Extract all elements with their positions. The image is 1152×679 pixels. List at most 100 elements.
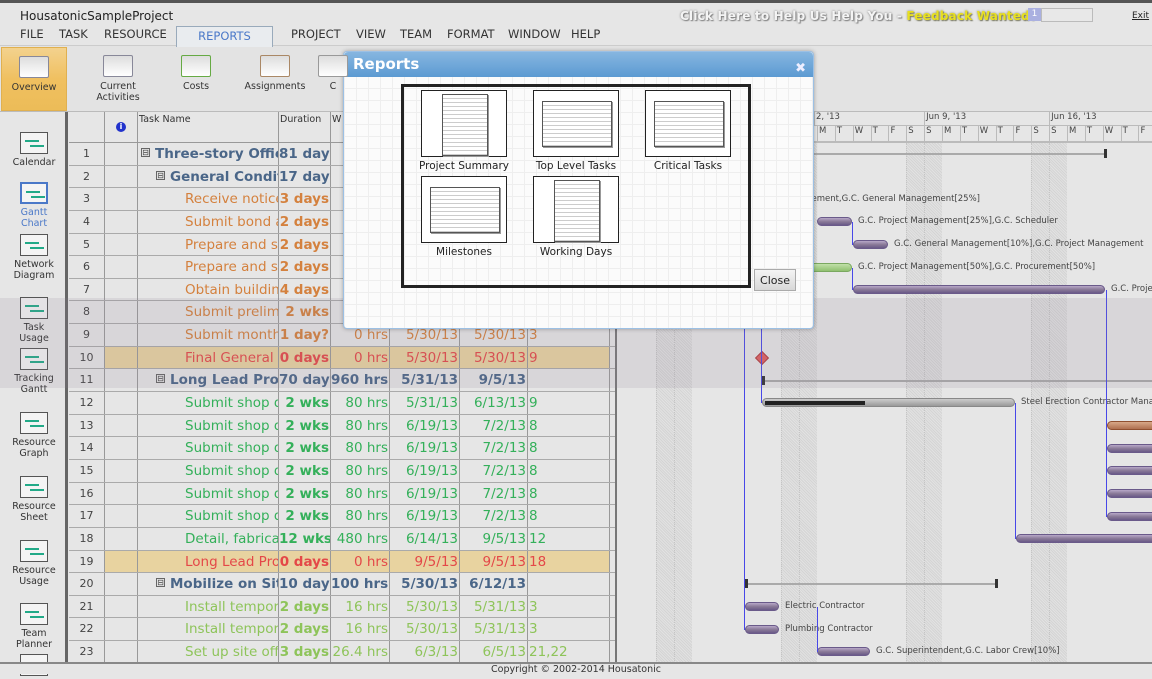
row-number[interactable]: 3 [69,188,105,210]
finish-cell[interactable]: 6/12/13 [460,573,528,595]
pred-cell[interactable]: 9 [528,346,610,369]
work-cell[interactable]: 16 hrs [331,595,390,618]
duration-cell[interactable]: 12 wks [279,527,331,550]
duration-cell[interactable]: 2 wks [279,392,331,414]
task-row[interactable]: 18 Detail, fabricate12 wks480 hrs6/14/139… [69,527,615,551]
sidebar-item-resource-sheet[interactable]: Resource Sheet [0,476,68,523]
collapse-toggle-icon[interactable]: ⊟ [156,170,165,180]
start-cell[interactable]: 5/30/13 [390,573,460,595]
task-name-cell[interactable]: Submit bond ar [138,210,279,233]
menu-format[interactable]: FORMAT [447,27,495,41]
task-name-cell[interactable]: Submit shop dr [138,505,279,527]
task-name-header[interactable]: Task Name [138,112,279,143]
task-row[interactable]: 23 Set up site offic3 days26.4 hrs6/3/136… [69,641,615,664]
start-cell[interactable]: 6/19/13 [390,437,460,459]
task-row[interactable]: 10Final General Co0 days0 hrs5/30/135/30… [69,346,615,370]
duration-cell[interactable]: 2 days [279,210,331,233]
report-milestones[interactable]: Milestones [408,176,520,258]
report-project-summary[interactable]: Project Summary [408,90,520,172]
finish-cell[interactable]: 6/5/13 [460,641,528,663]
task-row[interactable]: 21 Install tempora 2 days 16 hrs 5/30/13 5/31… [69,595,615,619]
row-number[interactable]: 1 [69,143,105,165]
task-name-cell[interactable]: ⊟ Long Lead Procu [138,369,279,392]
summary-bar[interactable] [745,583,998,586]
sidebar-item-team-planner[interactable]: Team Planner [0,603,68,650]
finish-cell[interactable]: 9/5/13 [460,527,528,550]
task-name-cell[interactable]: Submit prelimin [138,301,279,324]
pred-cell[interactable]: 8 [528,505,610,527]
finish-cell[interactable]: 7/2/13 [460,414,528,437]
start-cell[interactable]: 5/31/13 [390,392,460,414]
start-cell[interactable]: 6/19/13 [390,505,460,527]
menu-team[interactable]: TEAM [400,27,432,41]
duration-cell[interactable]: 81 days [279,143,331,165]
duration-cell[interactable]: 1 day? [279,324,331,346]
task-name-cell[interactable]: Set up site offic [138,641,279,663]
finish-cell[interactable]: 7/2/13 [460,505,528,527]
task-name-cell[interactable]: Install tempora [138,618,279,641]
duration-cell[interactable]: 2 days [279,595,331,618]
task-row[interactable]: 17 Submit shop dr 2 wks 80 hrs 6/19/13 7/2/13… [69,505,615,528]
task-row[interactable]: 12 Submit shop dr 2 wks 80 hrs 5/31/13 6/13/1… [69,392,615,415]
work-cell[interactable]: 26.4 hrs [331,641,390,663]
task-row[interactable]: 13 Submit shop dr 2 wks 80 hrs 6/19/13 7/2/13… [69,414,615,438]
pred-cell[interactable]: 9 [528,392,610,414]
task-bar[interactable] [853,239,888,249]
work-cell[interactable]: 960 hrs [331,369,390,392]
start-cell[interactable]: 6/19/13 [390,459,460,482]
task-name-cell[interactable]: ⊟ General Conditio [138,165,279,188]
duration-cell[interactable]: 3 days [279,641,331,663]
work-cell[interactable]: 0 hrs [331,346,390,369]
task-row[interactable]: 20 ⊟ Mobilize on Site10 days100 hrs5/30/13… [69,573,615,596]
row-number[interactable]: 10 [69,346,105,369]
ribbon-current-activities-button[interactable]: Current Activities [86,47,150,111]
menu-resource[interactable]: RESOURCE [104,27,167,41]
menu-reports[interactable]: REPORTS [176,26,273,47]
task-row[interactable]: 19 Long Lead Proc 0 days 0 hrs 9/5/13 9/5/13 1… [69,550,615,574]
duration-cell[interactable]: 10 days [279,573,331,595]
task-row[interactable]: 11 ⊟ Long Lead Procu70 days960 hrs5/31/139… [69,369,615,393]
work-cell[interactable]: 80 hrs [331,505,390,527]
row-number[interactable]: 11 [69,369,105,392]
row-number[interactable]: 19 [69,550,105,573]
start-cell[interactable]: 6/19/13 [390,414,460,437]
pred-cell[interactable]: 12 [528,527,610,550]
finish-cell[interactable]: 5/31/13 [460,618,528,641]
task-name-cell[interactable]: Submit shop dr [138,482,279,505]
sidebar-item-tracking-gantt[interactable]: Tracking Gantt [0,348,68,395]
menu-view[interactable]: VIEW [356,27,386,41]
feedback-link[interactable]: Click Here to Help Us Help You - Feedbac… [680,9,1036,23]
pred-cell[interactable]: 3 [528,595,610,618]
row-number[interactable]: 15 [69,459,105,482]
duration-cell[interactable]: 70 days [279,369,331,392]
collapse-toggle-icon[interactable]: ⊟ [156,578,165,588]
menu-file[interactable]: FILE [20,27,44,41]
start-cell[interactable]: 9/5/13 [390,550,460,573]
task-bar[interactable] [1016,534,1152,544]
finish-cell[interactable]: 9/5/13 [460,550,528,573]
report-working-days[interactable]: Working Days [520,176,632,258]
task-name-cell[interactable]: Submit shop dr [138,392,279,414]
row-number[interactable]: 13 [69,414,105,437]
task-bar[interactable] [1107,421,1152,430]
row-number[interactable]: 7 [69,278,105,301]
start-cell[interactable]: 6/14/13 [390,527,460,550]
menu-project[interactable]: PROJECT [291,27,341,41]
task-bar[interactable] [817,217,852,227]
start-cell[interactable]: 5/30/13 [390,595,460,618]
duration-cell[interactable]: 4 days [279,278,331,301]
start-cell[interactable]: 6/19/13 [390,482,460,505]
sidebar-item-network-diagram[interactable]: Network Diagram [0,234,68,281]
duration-header[interactable]: Duration [279,112,331,143]
start-cell[interactable]: 6/3/13 [390,641,460,663]
task-row[interactable]: 15 Submit shop dr 2 wks 80 hrs 6/19/13 7/2/13… [69,459,615,483]
row-number[interactable]: 12 [69,392,105,414]
row-number[interactable]: 21 [69,595,105,618]
pred-cell[interactable]: 18 [528,550,610,573]
work-cell[interactable]: 0 hrs [331,550,390,573]
duration-cell[interactable]: 2 days [279,618,331,641]
duration-cell[interactable]: 17 days [279,165,331,188]
task-name-cell[interactable]: Receive notice t [138,188,279,210]
work-cell[interactable]: 80 hrs [331,482,390,505]
sidebar-item-calendar[interactable]: Calendar [0,132,68,168]
